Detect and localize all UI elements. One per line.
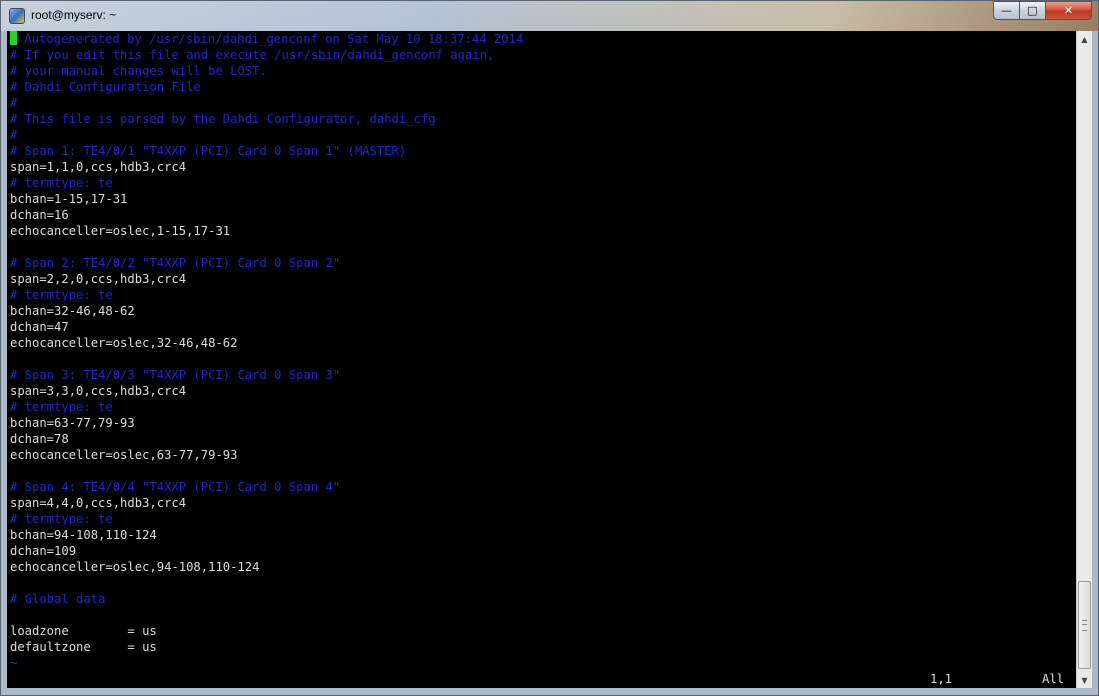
scroll-indicator: All [1042, 672, 1065, 686]
config-line [10, 239, 523, 255]
line-text: # Span 1: TE4/0/1 "T4XXP (PCI) Card 0 Sp… [10, 144, 407, 158]
line-text: # termtype: te [10, 400, 113, 414]
line-text: bchan=1-15,17-31 [10, 192, 128, 206]
comment-line: Autogenerated by /usr/sbin/dahdi_genconf… [10, 31, 523, 47]
config-line: span=1,1,0,ccs,hdb3,crc4 [10, 159, 523, 175]
line-text: span=1,1,0,ccs,hdb3,crc4 [10, 160, 187, 174]
comment-line: # Span 1: TE4/0/1 "T4XXP (PCI) Card 0 Sp… [10, 143, 523, 159]
vertical-scrollbar[interactable]: ▲ ▼ [1076, 31, 1092, 688]
comment-line: # [10, 95, 523, 111]
scroll-up-button[interactable]: ▲ [1077, 31, 1092, 47]
maximize-icon: □ [1027, 4, 1038, 17]
close-icon: ✕ [1063, 4, 1074, 17]
line-text: # Global data [10, 592, 106, 606]
line-text: bchan=94-108,110-124 [10, 528, 157, 542]
empty-buffer-marker: ~ [10, 655, 523, 671]
line-text: span=4,4,0,ccs,hdb3,crc4 [10, 496, 187, 510]
scrollbar-thumb[interactable] [1078, 581, 1091, 669]
comment-line: # [10, 127, 523, 143]
config-line [10, 575, 523, 591]
config-line: span=3,3,0,ccs,hdb3,crc4 [10, 383, 523, 399]
line-text: # [10, 96, 18, 110]
config-line: defaultzone = us [10, 639, 523, 655]
config-line: echocanceller=oslec,63-77,79-93 [10, 447, 523, 463]
line-text: # Span 2: TE4/0/2 "T4XXP (PCI) Card 0 Sp… [10, 256, 341, 270]
line-text: echocanceller=oslec,1-15,17-31 [10, 224, 231, 238]
line-text: echocanceller=oslec,94-108,110-124 [10, 560, 260, 574]
cursor-position: 1,1 [930, 672, 953, 686]
text-cursor [10, 31, 17, 45]
config-line: echocanceller=oslec,94-108,110-124 [10, 559, 523, 575]
line-text: echocanceller=oslec,32-46,48-62 [10, 336, 238, 350]
comment-line: # This file is parsed by the Dahdi Confi… [10, 111, 523, 127]
line-text: bchan=63-77,79-93 [10, 416, 135, 430]
terminal-text: Autogenerated by /usr/sbin/dahdi_genconf… [10, 31, 523, 671]
line-text: # [10, 128, 18, 142]
config-line: span=4,4,0,ccs,hdb3,crc4 [10, 495, 523, 511]
comment-line: # termtype: te [10, 175, 523, 191]
config-line: dchan=109 [10, 543, 523, 559]
terminal-screen[interactable]: Autogenerated by /usr/sbin/dahdi_genconf… [7, 31, 1076, 688]
config-line: bchan=1-15,17-31 [10, 191, 523, 207]
line-text: # termtype: te [10, 176, 113, 190]
line-text: dchan=47 [10, 320, 69, 334]
line-text: echocanceller=oslec,63-77,79-93 [10, 448, 238, 462]
line-text: span=3,3,0,ccs,hdb3,crc4 [10, 384, 187, 398]
comment-line: # If you edit this file and execute /usr… [10, 47, 523, 63]
minimize-icon: — [1001, 4, 1012, 17]
config-line [10, 463, 523, 479]
line-text: span=2,2,0,ccs,hdb3,crc4 [10, 272, 187, 286]
minimize-button[interactable]: — [993, 1, 1020, 20]
comment-line: # termtype: te [10, 511, 523, 527]
title-bar[interactable]: root@myserv: ~ — □ ✕ [1, 1, 1098, 31]
comment-line: # Span 4: TE4/0/4 "T4XXP (PCI) Card 0 Sp… [10, 479, 523, 495]
scroll-down-button[interactable]: ▼ [1077, 672, 1092, 688]
grip-icon [1082, 620, 1087, 631]
config-line: bchan=63-77,79-93 [10, 415, 523, 431]
arrow-down-icon: ▼ [1081, 675, 1088, 685]
comment-line: # termtype: te [10, 399, 523, 415]
comment-line: # Span 3: TE4/0/3 "T4XXP (PCI) Card 0 Sp… [10, 367, 523, 383]
comment-line: # Span 2: TE4/0/2 "T4XXP (PCI) Card 0 Sp… [10, 255, 523, 271]
line-text: # This file is parsed by the Dahdi Confi… [10, 112, 436, 126]
config-line: bchan=94-108,110-124 [10, 527, 523, 543]
arrow-up-icon: ▲ [1081, 34, 1088, 44]
line-text: # If you edit this file and execute /usr… [10, 48, 495, 62]
maximize-button[interactable]: □ [1020, 1, 1046, 20]
line-text: # termtype: te [10, 288, 113, 302]
line-text: # Dahdi Configuration File [10, 80, 201, 94]
line-text: # Span 3: TE4/0/3 "T4XXP (PCI) Card 0 Sp… [10, 368, 341, 382]
config-line: echocanceller=oslec,32-46,48-62 [10, 335, 523, 351]
comment-line: # your manual changes will be LOST. [10, 63, 523, 79]
line-text: dchan=78 [10, 432, 69, 446]
line-text: dchan=109 [10, 544, 77, 558]
config-line [10, 351, 523, 367]
comment-line: # termtype: te [10, 287, 523, 303]
config-line [10, 607, 523, 623]
line-text: # Span 4: TE4/0/4 "T4XXP (PCI) Card 0 Sp… [10, 480, 341, 494]
config-line: dchan=47 [10, 319, 523, 335]
line-text: Autogenerated by /usr/sbin/dahdi_genconf… [17, 32, 524, 46]
line-text: # your manual changes will be LOST. [10, 64, 267, 78]
config-line: dchan=78 [10, 431, 523, 447]
config-line: dchan=16 [10, 207, 523, 223]
config-line: echocanceller=oslec,1-15,17-31 [10, 223, 523, 239]
line-text: defaultzone = us [10, 640, 157, 654]
close-button[interactable]: ✕ [1046, 1, 1092, 20]
putty-app-icon[interactable] [9, 8, 25, 24]
line-text: ~ [10, 656, 18, 670]
line-text: bchan=32-46,48-62 [10, 304, 135, 318]
line-text: loadzone = us [10, 624, 157, 638]
vim-status-line: 1,1 All [7, 671, 1073, 687]
comment-line: # Global data [10, 591, 523, 607]
line-text: dchan=16 [10, 208, 69, 222]
window-controls: — □ ✕ [993, 1, 1092, 21]
config-line: loadzone = us [10, 623, 523, 639]
comment-line: # Dahdi Configuration File [10, 79, 523, 95]
line-text: # termtype: te [10, 512, 113, 526]
config-line: bchan=32-46,48-62 [10, 303, 523, 319]
config-line: span=2,2,0,ccs,hdb3,crc4 [10, 271, 523, 287]
window-title: root@myserv: ~ [31, 8, 117, 22]
terminal-window: root@myserv: ~ — □ ✕ Autogenerated by /u… [0, 0, 1099, 696]
